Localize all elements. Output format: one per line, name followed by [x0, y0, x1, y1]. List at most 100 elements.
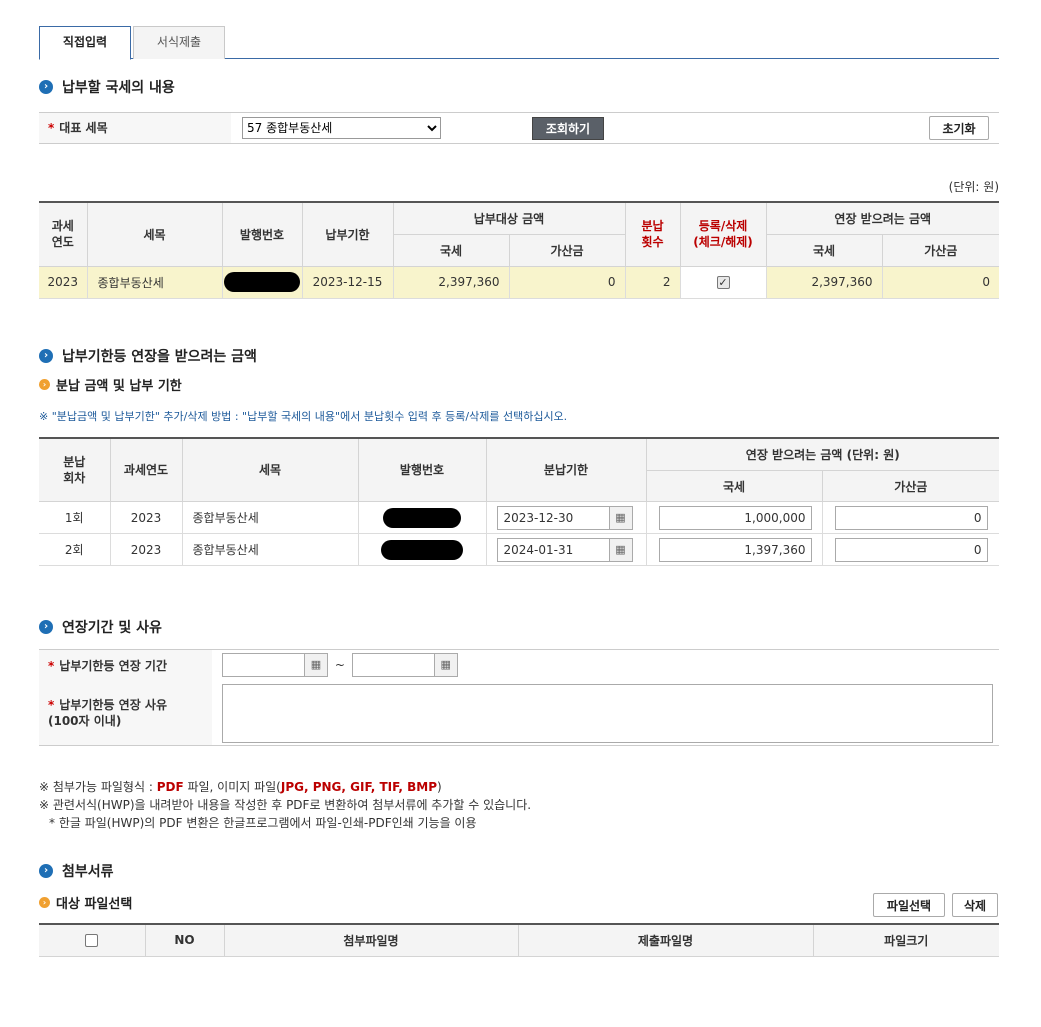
- calendar-icon[interactable]: ▦: [608, 505, 633, 530]
- tab-bar: 직접입력 서식제출: [39, 26, 999, 60]
- tax-content-table: 과세 연도 세목 발행번호 납부기한 납부대상 금액 분납 횟수 등록/삭제 (…: [39, 201, 1000, 299]
- redacted-mask: [383, 507, 461, 528]
- header-ext-penalty: 가산금: [881, 233, 1000, 267]
- period-inputs: ▦ ~ ▦: [222, 653, 458, 677]
- cell-register: ✓: [679, 265, 767, 299]
- header-due: 분납기한: [485, 437, 647, 502]
- header-ext-amount: 연장 받으려는 금액: [765, 201, 1000, 235]
- cell-issue-no: [221, 265, 303, 299]
- checkbox-icon[interactable]: ✓: [716, 276, 730, 289]
- cell-ext-national: 2,397,360: [765, 265, 883, 299]
- due-date-input[interactable]: 2023-12-30: [496, 505, 610, 530]
- penalty-amount-input[interactable]: 0: [834, 537, 988, 562]
- cell-penalty: 0: [508, 265, 626, 299]
- arrow-circle-icon: ›: [39, 620, 53, 634]
- header-ext-national: 국세: [765, 233, 883, 267]
- cell-year: 2023: [109, 533, 183, 566]
- section-title-extension-amount: › 납부기한등 연장을 받으려는 금액: [39, 346, 999, 366]
- tax-label: * 대표 세목: [39, 113, 231, 143]
- header-due: 납부기한: [301, 201, 394, 267]
- period-reason-form: * 납부기한등 연장 기간 ▦ ~ ▦ * 납부기한등 연장 사유 (100자 이내…: [39, 649, 999, 746]
- redacted-mask: [224, 272, 300, 292]
- table-row: 2023 종합부동산세 2023-12-15 2,397,360 0 2 ✓ 2…: [39, 265, 1000, 299]
- header-ext-amount: 연장 받으려는 금액 (단위: 원): [645, 437, 1000, 471]
- reset-button[interactable]: 초기화: [929, 116, 989, 140]
- header-tax: 세목: [86, 201, 223, 267]
- header-year: 과세 연도: [39, 201, 88, 267]
- header-register: 등록/삭제 (체크/해제): [679, 201, 767, 267]
- file-select-button[interactable]: 파일선택: [873, 893, 945, 917]
- tab-direct-input[interactable]: 직접입력: [39, 26, 131, 60]
- header-penalty: 가산금: [821, 470, 1000, 502]
- header-submit-name: 제출파일명: [517, 923, 814, 957]
- header-tax: 세목: [181, 437, 359, 502]
- header-penalty: 가산금: [508, 233, 626, 267]
- header-issue-no: 발행번호: [221, 201, 303, 267]
- search-button[interactable]: 조회하기: [532, 117, 604, 140]
- period-start-input[interactable]: [222, 653, 305, 677]
- header-install-count: 분납 횟수: [624, 201, 681, 267]
- cell-issue-no: [357, 533, 487, 566]
- period-end-input[interactable]: [351, 653, 435, 677]
- arrow-circle-icon: ›: [39, 864, 53, 878]
- cell-national: 1,397,360: [645, 533, 823, 566]
- penalty-amount-input[interactable]: 0: [834, 505, 988, 530]
- header-year: 과세연도: [109, 437, 183, 502]
- cell-count: 2: [624, 265, 681, 299]
- header-issue-no: 발행번호: [357, 437, 487, 502]
- delete-button[interactable]: 삭제: [952, 893, 998, 917]
- checkbox-icon[interactable]: [85, 934, 99, 948]
- header-no: NO: [144, 923, 225, 957]
- cell-year: 2023: [39, 265, 88, 299]
- calendar-icon[interactable]: ▦: [608, 537, 633, 562]
- header-target-amount: 납부대상 금액: [392, 201, 626, 235]
- cell-issue-no: [357, 501, 487, 534]
- tab-form-submit[interactable]: 서식제출: [133, 26, 225, 59]
- unit-label: (단위: 원): [948, 180, 999, 194]
- table-row: 1회 2023 종합부동산세 2023-12-30 ▦ 1,000,000 0: [39, 501, 1000, 534]
- section-title-tax-content: › 납부할 국세의 내용: [39, 77, 999, 97]
- file-select-bar: › 대상 파일선택 파일선택 삭제: [39, 892, 999, 918]
- header-national: 국세: [393, 233, 510, 267]
- header-file-size: 파일크기: [812, 923, 999, 957]
- cell-due: 2023-12-15: [301, 265, 394, 299]
- reason-textarea[interactable]: [222, 684, 993, 743]
- subtitle-installment: › 분납 금액 및 납부 기한: [39, 376, 999, 394]
- header-select-all: [39, 923, 146, 957]
- cell-tax: 종합부동산세: [181, 533, 359, 566]
- installment-note: ※ "분납금액 및 납부기한" 추가/삭제 방법 : "납부할 국세의 내용"에…: [39, 409, 568, 423]
- cell-round: 2회: [39, 533, 111, 566]
- tax-select-row: * 대표 세목 57 종합부동산세 조회하기 초기화: [39, 112, 999, 144]
- bullet-icon: ›: [39, 896, 50, 908]
- arrow-circle-icon: ›: [39, 348, 53, 363]
- period-label: * 납부기한등 연장 기간: [48, 659, 167, 673]
- cell-year: 2023: [109, 501, 183, 534]
- subtitle-file-select: › 대상 파일선택: [39, 893, 132, 912]
- cell-tax: 종합부동산세: [181, 501, 359, 534]
- attachment-table: NO 첨부파일명 제출파일명 파일크기: [39, 923, 999, 957]
- header-national: 국세: [646, 470, 823, 502]
- cell-round: 1회: [39, 501, 111, 534]
- section-title-attachments: › 첨부서류: [39, 861, 999, 881]
- cell-penalty: 0: [821, 533, 1000, 566]
- cell-due: 2024-01-31 ▦: [485, 533, 647, 566]
- cell-national: 2,397,360: [392, 265, 510, 299]
- cell-penalty: 0: [821, 501, 1000, 534]
- tilde-separator: ~: [334, 657, 345, 672]
- cell-ext-penalty: 0: [881, 265, 1000, 299]
- calendar-icon[interactable]: ▦: [304, 653, 328, 677]
- header-round: 분납 회차: [39, 437, 111, 502]
- note-file-types: ※ 첨부가능 파일형식 : PDF 파일, 이미지 파일(JPG, PNG, G…: [39, 780, 442, 794]
- cell-national: 1,000,000: [645, 501, 823, 534]
- section-title-period-reason: › 연장기간 및 사유: [39, 617, 999, 637]
- note-pdf-convert: * 한글 파일(HWP)의 PDF 변환은 한글프로그램에서 파일-인쇄-PDF…: [49, 816, 477, 830]
- tax-type-select[interactable]: 57 종합부동산세: [242, 117, 441, 139]
- reason-label: * 납부기한등 연장 사유 (100자 이내): [48, 698, 167, 728]
- table-row: 2회 2023 종합부동산세 2024-01-31 ▦ 1,397,360 0: [39, 533, 1000, 566]
- due-date-input[interactable]: 2024-01-31: [496, 537, 610, 562]
- national-amount-input[interactable]: 1,000,000: [658, 505, 812, 530]
- cell-tax: 종합부동산세: [86, 265, 223, 299]
- calendar-icon[interactable]: ▦: [433, 653, 458, 677]
- installment-table: 분납 회차 과세연도 세목 발행번호 분납기한 연장 받으려는 금액 (단위: …: [39, 436, 1000, 566]
- national-amount-input[interactable]: 1,397,360: [658, 537, 812, 562]
